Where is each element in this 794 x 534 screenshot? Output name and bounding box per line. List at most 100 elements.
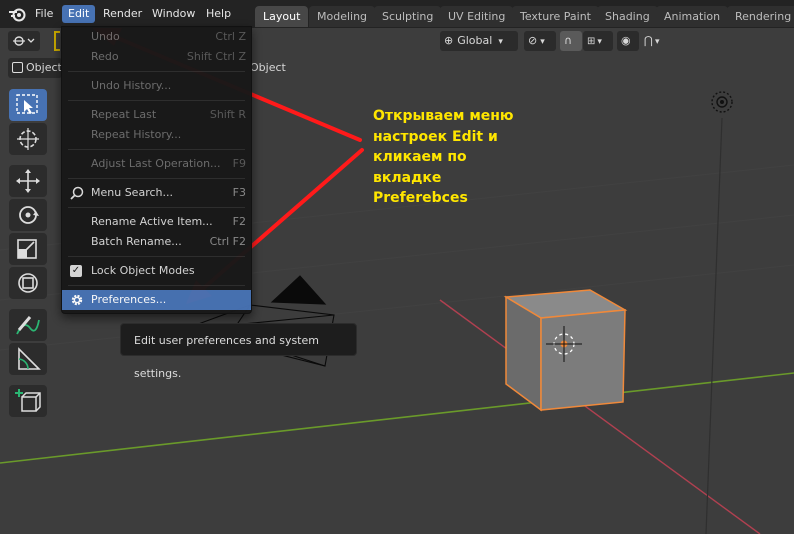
magnet-icon: ∩ <box>564 34 573 47</box>
select-box-icon <box>16 94 38 114</box>
tool-annotate[interactable] <box>9 309 47 341</box>
menu-edit[interactable]: Edit <box>62 5 96 23</box>
mode-flag-icon <box>54 31 60 51</box>
gear-icon <box>71 294 83 306</box>
menu-item-undo-history[interactable]: Undo History... <box>62 76 251 96</box>
menu-item-label: Preferences... <box>91 293 167 306</box>
menu-item-batch-rename[interactable]: Batch Rename... Ctrl F2 <box>62 232 251 252</box>
menu-separator <box>68 178 245 179</box>
menu-item-shortcut: Ctrl F2 <box>209 235 246 248</box>
tab-shading[interactable]: Shading <box>597 6 658 27</box>
blender-logo-icon[interactable] <box>8 6 26 25</box>
search-icon <box>70 186 84 200</box>
editor-type-selector[interactable] <box>8 31 40 51</box>
transform-icon <box>18 273 38 293</box>
snap-target-selector[interactable]: ⊞ ▾ <box>583 31 613 51</box>
orientation-icon: ⊕ <box>444 34 454 47</box>
orientation-label: Global <box>457 34 493 47</box>
proportional-icon: ◉ <box>621 34 631 47</box>
menu-item-rename-active-item[interactable]: Rename Active Item... F2 <box>62 212 251 232</box>
menu-item-shortcut: F2 <box>232 215 246 228</box>
menu-item-menu-search[interactable]: Menu Search... F3 <box>62 183 251 203</box>
preferences-tooltip: Edit user preferences and system setting… <box>120 323 357 380</box>
measure-icon <box>18 347 41 370</box>
tool-rotate[interactable] <box>9 199 47 231</box>
chevron-down-icon: ▾ <box>655 37 660 47</box>
chevron-down-icon: ▾ <box>540 37 545 47</box>
falloff-selector[interactable]: ⋂ ▾ <box>640 31 668 51</box>
scale-icon <box>17 239 37 259</box>
menu-item-repeat-last[interactable]: Repeat Last Shift R <box>62 105 251 125</box>
annotation-line: Открываем меню <box>373 108 514 124</box>
menu-window[interactable]: Window <box>146 5 201 23</box>
rotate-icon <box>19 206 39 224</box>
tab-sculpting[interactable]: Sculpting <box>374 6 442 27</box>
menu-separator <box>68 71 245 72</box>
editor-type-icon <box>13 36 35 46</box>
menu-separator <box>68 149 245 150</box>
pivot-icon: ⊘ <box>528 34 538 47</box>
mode-label: Object <box>26 61 62 74</box>
menu-item-label: Redo <box>91 50 119 63</box>
tab-uv-editing[interactable]: UV Editing <box>440 6 514 27</box>
move-icon <box>16 169 40 193</box>
menu-item-preferences[interactable]: Preferences... <box>62 290 251 310</box>
chevron-down-icon: ▾ <box>498 37 503 47</box>
proportional-editing-toggle[interactable]: ◉ <box>617 31 639 51</box>
mode-selector[interactable]: Object <box>8 58 62 78</box>
menu-item-adjust-last-operation[interactable]: Adjust Last Operation... F9 <box>62 154 251 174</box>
menu-item-label: Undo History... <box>91 79 172 92</box>
tab-layout[interactable]: Layout <box>255 6 309 27</box>
menu-item-lock-object-modes[interactable]: ✓ Lock Object Modes <box>62 261 251 281</box>
tool-scale[interactable] <box>9 233 47 265</box>
edit-dropdown-menu: Undo Ctrl Z Redo Shift Ctrl Z Undo Histo… <box>61 26 252 314</box>
menu-item-undo[interactable]: Undo Ctrl Z <box>62 27 251 47</box>
tool-transform[interactable] <box>9 267 47 299</box>
tool-select-box[interactable] <box>9 89 47 121</box>
falloff-curve-icon: ⋂ <box>644 34 654 47</box>
menu-item-label: Repeat Last <box>91 108 157 121</box>
menu-item-label: Batch Rename... <box>91 235 182 248</box>
tool-add-cube[interactable] <box>9 385 47 417</box>
transform-orientation-selector[interactable]: ⊕ Global ▾ <box>440 31 518 51</box>
menu-help[interactable]: Help <box>200 5 237 23</box>
pivot-point-selector[interactable]: ⊘ ▾ <box>524 31 556 51</box>
z-line <box>705 117 723 534</box>
tab-rendering[interactable]: Rendering <box>727 6 794 27</box>
checkbox-checked-icon[interactable]: ✓ <box>70 265 82 277</box>
annotation-line: кликаем по <box>373 149 467 165</box>
menu-item-shortcut: Ctrl Z <box>215 30 246 43</box>
y-axis-line <box>0 372 794 464</box>
top-bar: File Edit Render Window Help Layout Mode… <box>0 0 794 28</box>
menu-separator <box>68 100 245 101</box>
menu-item-redo[interactable]: Redo Shift Ctrl Z <box>62 47 251 67</box>
cube-object[interactable] <box>503 289 628 412</box>
tool-measure[interactable] <box>9 343 47 375</box>
object-menu[interactable]: Object <box>246 58 292 78</box>
menu-separator <box>68 207 245 208</box>
tool-move[interactable] <box>9 165 47 197</box>
menu-item-label: Rename Active Item... <box>91 215 213 228</box>
menu-item-label: Undo <box>91 30 120 43</box>
annotation-line: Preferebces <box>373 190 468 206</box>
menu-item-label: Menu Search... <box>91 186 173 199</box>
menu-item-shortcut: F9 <box>232 157 246 170</box>
annotate-icon <box>16 316 40 335</box>
mode-icon <box>12 62 23 73</box>
menu-item-label: Lock Object Modes <box>91 264 195 277</box>
snap-toggle[interactable]: ∩ <box>560 31 582 51</box>
cursor-icon <box>17 128 39 150</box>
light-object[interactable] <box>711 91 733 113</box>
menu-item-label: Adjust Last Operation... <box>91 157 221 170</box>
menu-render[interactable]: Render <box>97 5 148 23</box>
tab-texture-paint[interactable]: Texture Paint <box>512 6 599 27</box>
menu-item-shortcut: F3 <box>232 186 246 199</box>
menu-file[interactable]: File <box>29 5 59 23</box>
tab-animation[interactable]: Animation <box>656 6 729 27</box>
tab-modeling[interactable]: Modeling <box>309 6 376 27</box>
menu-item-shortcut: Shift Ctrl Z <box>186 50 246 63</box>
menu-item-repeat-history[interactable]: Repeat History... <box>62 125 251 145</box>
snap-increment-icon: ⊞ <box>587 36 596 47</box>
tool-cursor[interactable] <box>9 123 47 155</box>
chevron-down-icon: ▾ <box>597 37 602 47</box>
